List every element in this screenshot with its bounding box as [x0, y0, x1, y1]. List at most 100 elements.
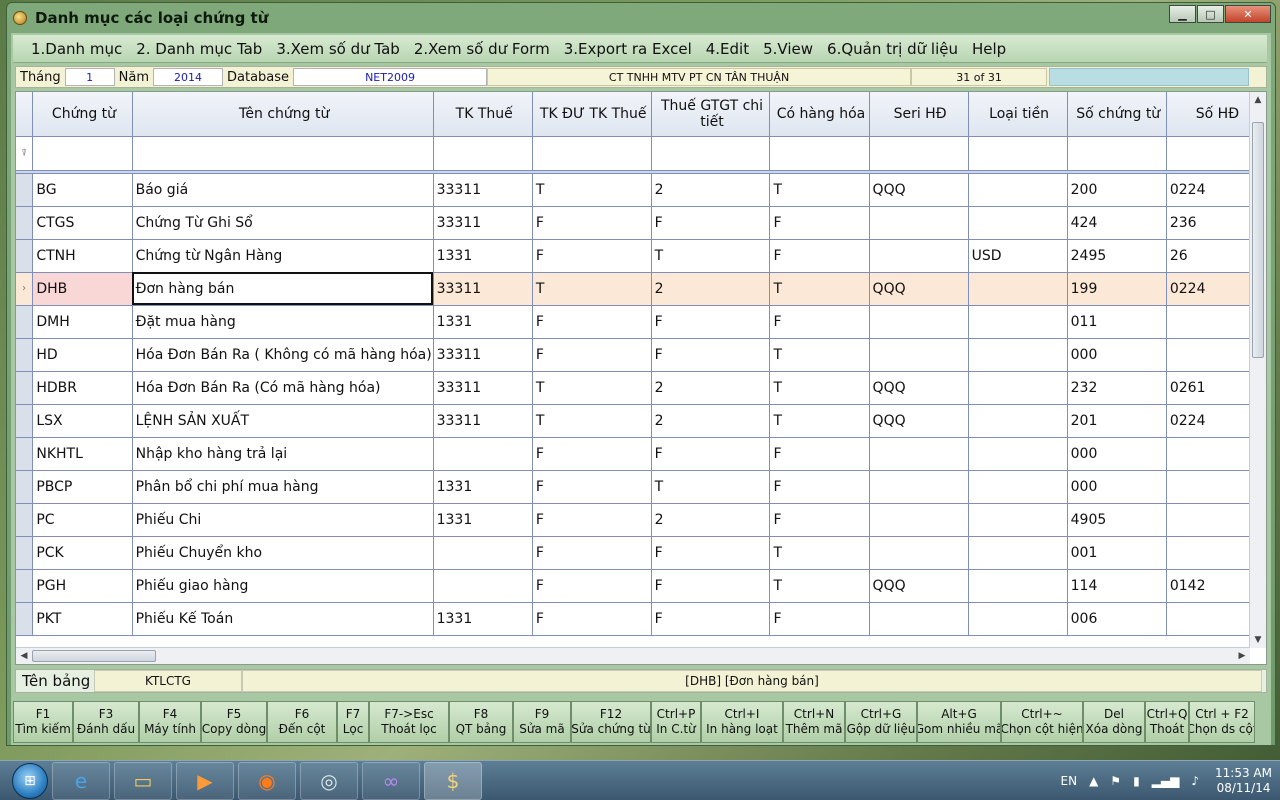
vertical-scroll-thumb[interactable] [1252, 122, 1264, 358]
table-row[interactable]: LSX LỆNH SẢN XUẤT 33311 T 2 T QQQ 201 0224 [16, 404, 1266, 438]
filter-cell[interactable] [32, 136, 133, 171]
fkey-button[interactable]: F5 Copy dòng [201, 701, 267, 743]
col-header-thue-gtgt[interactable]: Thuế GTGT chi tiết [651, 92, 771, 137]
cell-code[interactable]: CTGS [32, 206, 133, 240]
cell-code[interactable]: CTNH [32, 239, 133, 273]
cell-loai-tien[interactable] [968, 305, 1068, 339]
col-header-tk-thue[interactable]: TK Thuế [433, 92, 533, 137]
cell-co-hang-hoa[interactable]: F [769, 602, 870, 636]
cell-code[interactable]: DMH [32, 305, 133, 339]
chrome-icon[interactable]: ◎ [300, 761, 358, 800]
fkey-button[interactable]: Ctrl+N Thêm mã [783, 701, 845, 743]
cell-name[interactable]: Chứng Từ Ghi Sổ [132, 206, 434, 240]
table-row[interactable]: CTNH Chứng từ Ngân Hàng 1331 F T F USD 2495 26 [16, 239, 1266, 273]
cell-thue-gtgt[interactable]: 2 [651, 272, 771, 306]
cell-co-hang-hoa[interactable]: F [769, 239, 870, 273]
cell-tk-thue[interactable]: 1331 [433, 602, 533, 636]
cell-so-chung-tu[interactable]: 201 [1067, 404, 1167, 438]
row-selector[interactable] [16, 371, 34, 405]
scroll-up-icon[interactable]: ▲ [1250, 92, 1266, 108]
scroll-right-icon[interactable]: ▶ [1234, 648, 1250, 664]
cell-seri-hd[interactable] [869, 338, 969, 372]
filter-cell[interactable] [433, 136, 533, 171]
cell-code[interactable]: DHB [32, 272, 133, 306]
table-row[interactable]: › DHB Đơn hàng bán 33311 T 2 T QQQ 199 0224 [16, 272, 1266, 306]
cell-code[interactable]: PBCP [32, 470, 133, 504]
cell-tk-du[interactable]: T [532, 272, 652, 306]
row-selector[interactable] [16, 536, 34, 570]
cell-code[interactable]: HD [32, 338, 133, 372]
cell-seri-hd[interactable]: QQQ [869, 371, 969, 405]
cell-name[interactable]: Hóa Đơn Bán Ra (Có mã hàng hóa) [132, 371, 434, 405]
fkey-button[interactable]: Del Xóa dòng [1083, 701, 1145, 743]
fkey-button[interactable]: F9 Sửa mã [513, 701, 571, 743]
internet-explorer-icon[interactable]: e [52, 761, 110, 800]
filter-cell[interactable] [132, 136, 434, 171]
row-selector[interactable] [16, 305, 34, 339]
cell-so-chung-tu[interactable]: 424 [1067, 206, 1167, 240]
cell-seri-hd[interactable]: QQQ [869, 272, 969, 306]
cell-tk-thue[interactable]: 33311 [433, 173, 533, 207]
cell-tk-thue[interactable]: 1331 [433, 503, 533, 537]
fkey-button[interactable]: Alt+G Gom nhiều mã [917, 701, 1001, 743]
col-header-ten-chung-tu[interactable]: Tên chứng từ [132, 92, 434, 137]
cell-code[interactable]: LSX [32, 404, 133, 438]
cell-tk-thue[interactable]: 33311 [433, 338, 533, 372]
cell-co-hang-hoa[interactable]: T [769, 404, 870, 438]
menu-danh-muc-tab[interactable]: 2. Danh mục Tab [136, 40, 262, 58]
cell-name[interactable]: Phiếu giao hàng [132, 569, 434, 603]
network-icon[interactable]: ▂▄▆ [1152, 774, 1180, 788]
file-explorer-icon[interactable]: ▭ [114, 761, 172, 800]
cell-name[interactable]: Hóa Đơn Bán Ra ( Không có mã hàng hóa) [132, 338, 434, 372]
menu-export-excel[interactable]: 3.Export ra Excel [564, 40, 692, 58]
cell-thue-gtgt[interactable]: T [651, 239, 771, 273]
cell-thue-gtgt[interactable]: F [651, 569, 771, 603]
cell-name[interactable]: Phiếu Chi [132, 503, 434, 537]
vertical-scrollbar[interactable]: ▲ ▼ [1249, 92, 1266, 648]
cell-seri-hd[interactable]: QQQ [869, 404, 969, 438]
action-center-icon[interactable]: ⚑ [1110, 774, 1121, 788]
cell-seri-hd[interactable]: QQQ [869, 569, 969, 603]
cell-name[interactable]: Phiếu Kế Toán [132, 602, 434, 636]
cell-tk-du[interactable]: F [532, 239, 652, 273]
row-selector[interactable] [16, 569, 34, 603]
cell-loai-tien[interactable] [968, 602, 1068, 636]
cell-thue-gtgt[interactable]: F [651, 437, 771, 471]
row-selector[interactable] [16, 437, 34, 471]
accounting-app-icon[interactable]: $ [424, 761, 482, 800]
menu-quan-tri[interactable]: 6.Quản trị dữ liệu [827, 40, 958, 58]
cell-so-chung-tu[interactable]: 4905 [1067, 503, 1167, 537]
cell-code[interactable]: PCK [32, 536, 133, 570]
cell-loai-tien[interactable] [968, 272, 1068, 306]
cell-tk-du[interactable]: F [532, 602, 652, 636]
cell-tk-du[interactable]: F [532, 437, 652, 471]
col-header-co-hang-hoa[interactable]: Có hàng hóa [769, 92, 870, 137]
cell-loai-tien[interactable] [968, 173, 1068, 207]
cell-co-hang-hoa[interactable]: T [769, 569, 870, 603]
cell-name[interactable]: Báo giá [132, 173, 434, 207]
cell-tk-du[interactable]: F [532, 338, 652, 372]
cell-tk-thue[interactable]: 1331 [433, 470, 533, 504]
table-row[interactable]: PCK Phiếu Chuyển kho F F T 001 [16, 536, 1266, 570]
cell-tk-du[interactable]: F [532, 206, 652, 240]
cell-tk-thue[interactable] [433, 437, 533, 471]
cell-thue-gtgt[interactable]: 2 [651, 173, 771, 207]
cell-thue-gtgt[interactable]: T [651, 470, 771, 504]
cell-so-chung-tu[interactable]: 011 [1067, 305, 1167, 339]
row-selector[interactable] [16, 173, 34, 207]
cell-loai-tien[interactable]: USD [968, 239, 1068, 273]
cell-tk-thue[interactable]: 33311 [433, 404, 533, 438]
table-row[interactable]: PGH Phiếu giao hàng F F T QQQ 114 0142 [16, 569, 1266, 603]
fkey-button[interactable]: F4 Máy tính [139, 701, 201, 743]
cell-seri-hd[interactable] [869, 239, 969, 273]
fkey-button[interactable]: F12 Sửa chứng từ [571, 701, 651, 743]
cell-name[interactable]: Đặt mua hàng [132, 305, 434, 339]
table-row[interactable]: DMH Đặt mua hàng 1331 F F F 011 [16, 305, 1266, 339]
cell-thue-gtgt[interactable]: F [651, 536, 771, 570]
cell-code[interactable]: BG [32, 173, 133, 207]
cell-loai-tien[interactable] [968, 470, 1068, 504]
cell-so-chung-tu[interactable]: 006 [1067, 602, 1167, 636]
filter-cell[interactable] [1067, 136, 1167, 171]
power-icon[interactable]: ▮ [1133, 774, 1140, 788]
cell-seri-hd[interactable]: QQQ [869, 173, 969, 207]
